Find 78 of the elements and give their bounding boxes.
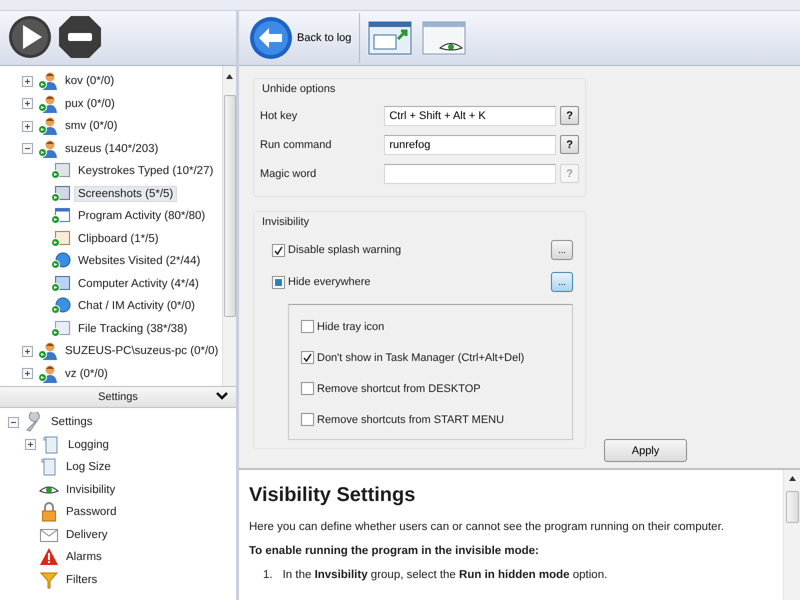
field-label: Magic word [260,168,318,180]
settings-header[interactable]: Settings [0,387,236,408]
tree-item[interactable]: Clipboard (1*/5) [74,230,163,247]
scrollbar-thumb[interactable] [224,95,236,317]
field-label: Run command [260,138,333,150]
collapse-icon[interactable] [8,416,19,428]
user-icon [38,71,58,92]
indeterminate-mark-icon [274,278,283,286]
apply-button[interactable]: Apply [604,439,687,462]
checkbox[interactable]: Disable splash warning [272,244,551,256]
tree-item[interactable]: SUZEUS-PC\suzeus-pc (0*/0) [61,343,222,360]
user-icon [38,94,58,114]
checkbox[interactable]: Remove shortcuts from START MENU [301,413,572,426]
tree-item[interactable]: kov (0*/0) [61,73,118,90]
tree-item[interactable]: Delivery [62,526,112,543]
checkbox[interactable]: Don't show in Task Manager (Ctrl+Alt+Del) [301,351,572,364]
help-paragraph: Here you can define whether users can or cannot see the program running on their computer. [249,521,725,533]
tree-item[interactable]: Screenshots (5*/5) [74,186,178,202]
ellipsis-button[interactable]: ... [551,240,573,260]
tree-item[interactable]: Filters [62,572,102,588]
tree-item[interactable]: Websites Visited (2*/44) [74,253,204,270]
tree-item[interactable]: smv (0*/0) [61,118,122,134]
tree-item[interactable]: pux (0*/0) [61,96,119,112]
user-icon [38,138,58,159]
checkmark-icon [303,353,312,362]
expand-icon[interactable] [25,439,36,450]
tree-item[interactable]: suzeus (140*/203) [61,140,162,157]
input-field[interactable]: runrefog [384,134,556,154]
clipboard-icon [51,228,71,249]
monitor-icon [51,274,71,294]
ellipsis-button[interactable]: ... [551,272,573,292]
field-label: Hot key [260,110,298,122]
expand-icon[interactable] [22,346,33,357]
expand-icon[interactable] [22,120,33,132]
checkbox[interactable]: Remove shortcut from DESKTOP [301,382,572,395]
scroll-up-icon [788,476,796,481]
user-icon [38,116,58,136]
scrollbar[interactable] [783,470,800,600]
user-icon [38,364,58,384]
help-button[interactable]: ? [560,106,579,125]
scrollbar-thumb[interactable] [786,491,798,523]
expand-icon[interactable] [22,76,33,87]
panel-title: Settings [98,391,138,403]
expand-icon[interactable] [22,98,33,110]
group-title: Unhide options [262,83,336,95]
help-button[interactable]: ? [560,135,579,154]
tree-item[interactable]: Settings [47,414,97,430]
padlock-icon [39,502,59,522]
input-field[interactable]: Ctrl + Shift + Alt + K [384,106,556,126]
tree-item[interactable]: vz (0*/0) [61,366,112,382]
tree-item[interactable]: Keystrokes Typed (10*/27) [74,163,218,180]
tree-item[interactable]: Password [62,504,120,520]
warning-icon [39,547,59,568]
tree-item[interactable]: Program Activity (80*/80) [74,208,210,224]
collapse-icon[interactable] [22,143,33,154]
tree-item[interactable]: Invisibility [62,482,120,498]
checkbox[interactable]: Hide everywhere [272,276,551,288]
scroll-up-icon [226,74,234,79]
tree-item[interactable]: Chat / IM Activity (0*/0) [74,298,199,314]
funnel-icon [39,570,59,590]
input-field[interactable] [384,164,556,184]
step-text: In the Invsibility group, select the Run in hidden mode option. [282,569,608,581]
chevron-down-icon [216,392,228,401]
tree-item[interactable]: Logging [64,436,113,453]
tree-item[interactable]: File Tracking (38*/38) [74,320,192,337]
scrollbar[interactable] [222,66,236,386]
user-icon [38,341,58,362]
tree-item[interactable]: Alarms [62,549,106,566]
checkbox[interactable]: Hide tray icon [301,320,572,333]
expand-icon[interactable] [22,368,33,380]
group-title: Invisibility [262,216,310,228]
help-subheading: To enable running the program in the invisible mode: [249,545,540,557]
tree-item[interactable]: Computer Activity (4*/4) [74,276,203,292]
tree-item[interactable]: Log Size [62,459,115,476]
back-button[interactable]: Back to log [247,13,360,63]
step-number: 1. [263,569,273,581]
help-title: Visibility Settings [249,484,416,507]
checkmark-icon [274,246,283,254]
